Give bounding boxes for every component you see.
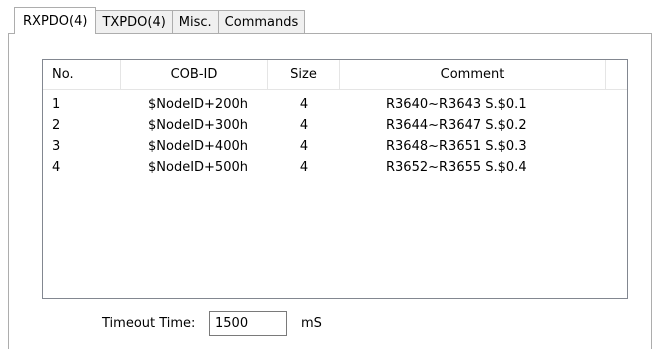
list-body: 1 $NodeID+200h 4 R3640~R3643 S.$0.1 2 $N… [43, 90, 627, 178]
tab-rxpdo[interactable]: RXPDO(4) [14, 7, 97, 34]
row-no: 2 [52, 118, 61, 133]
column-header-cob-id[interactable]: COB-ID [121, 60, 268, 89]
table-row[interactable]: 1 $NodeID+200h 4 R3640~R3643 S.$0.1 [43, 94, 627, 115]
row-cob-id: $NodeID+500h [148, 160, 248, 175]
row-no: 1 [52, 97, 61, 112]
table-row[interactable]: 3 $NodeID+400h 4 R3648~R3651 S.$0.3 [43, 136, 627, 157]
tab-commands[interactable]: Commands [217, 10, 306, 34]
table-row[interactable]: 2 $NodeID+300h 4 R3644~R3647 S.$0.2 [43, 115, 627, 136]
pdo-list[interactable]: No. COB-ID Size Comment 1 $NodeID+200h 4… [42, 59, 628, 299]
row-cob-id: $NodeID+200h [148, 97, 248, 112]
row-cob-id: $NodeID+400h [148, 139, 248, 154]
tab-misc[interactable]: Misc. [171, 10, 219, 34]
row-no: 3 [52, 139, 61, 154]
row-size: 4 [299, 139, 309, 154]
row-size: 4 [299, 160, 309, 175]
table-row[interactable]: 4 $NodeID+500h 4 R3652~R3655 S.$0.4 [43, 157, 627, 178]
column-header-size[interactable]: Size [268, 60, 340, 89]
row-cob-id: $NodeID+300h [148, 118, 248, 133]
timeout-label: Timeout Time: [102, 316, 196, 331]
tab-strip: RXPDO(4) TXPDO(4) Misc. Commands [14, 7, 306, 34]
row-no: 4 [52, 160, 61, 175]
row-comment: R3644~R3647 S.$0.2 [386, 118, 527, 133]
row-comment: R3640~R3643 S.$0.1 [386, 97, 527, 112]
rxpdo-tab-panel: No. COB-ID Size Comment 1 $NodeID+200h 4… [8, 33, 652, 349]
column-header-comment[interactable]: Comment [340, 60, 606, 89]
row-size: 4 [299, 118, 309, 133]
list-header: No. COB-ID Size Comment [43, 60, 627, 90]
tab-txpdo[interactable]: TXPDO(4) [95, 10, 173, 34]
pdo-config-window: RXPDO(4) TXPDO(4) Misc. Commands No. COB… [0, 0, 662, 349]
timeout-input[interactable] [209, 311, 287, 336]
column-header-no[interactable]: No. [43, 60, 121, 89]
row-comment: R3652~R3655 S.$0.4 [386, 160, 527, 175]
timeout-unit-label: mS [301, 316, 322, 331]
row-size: 4 [299, 97, 309, 112]
row-comment: R3648~R3651 S.$0.3 [386, 139, 527, 154]
